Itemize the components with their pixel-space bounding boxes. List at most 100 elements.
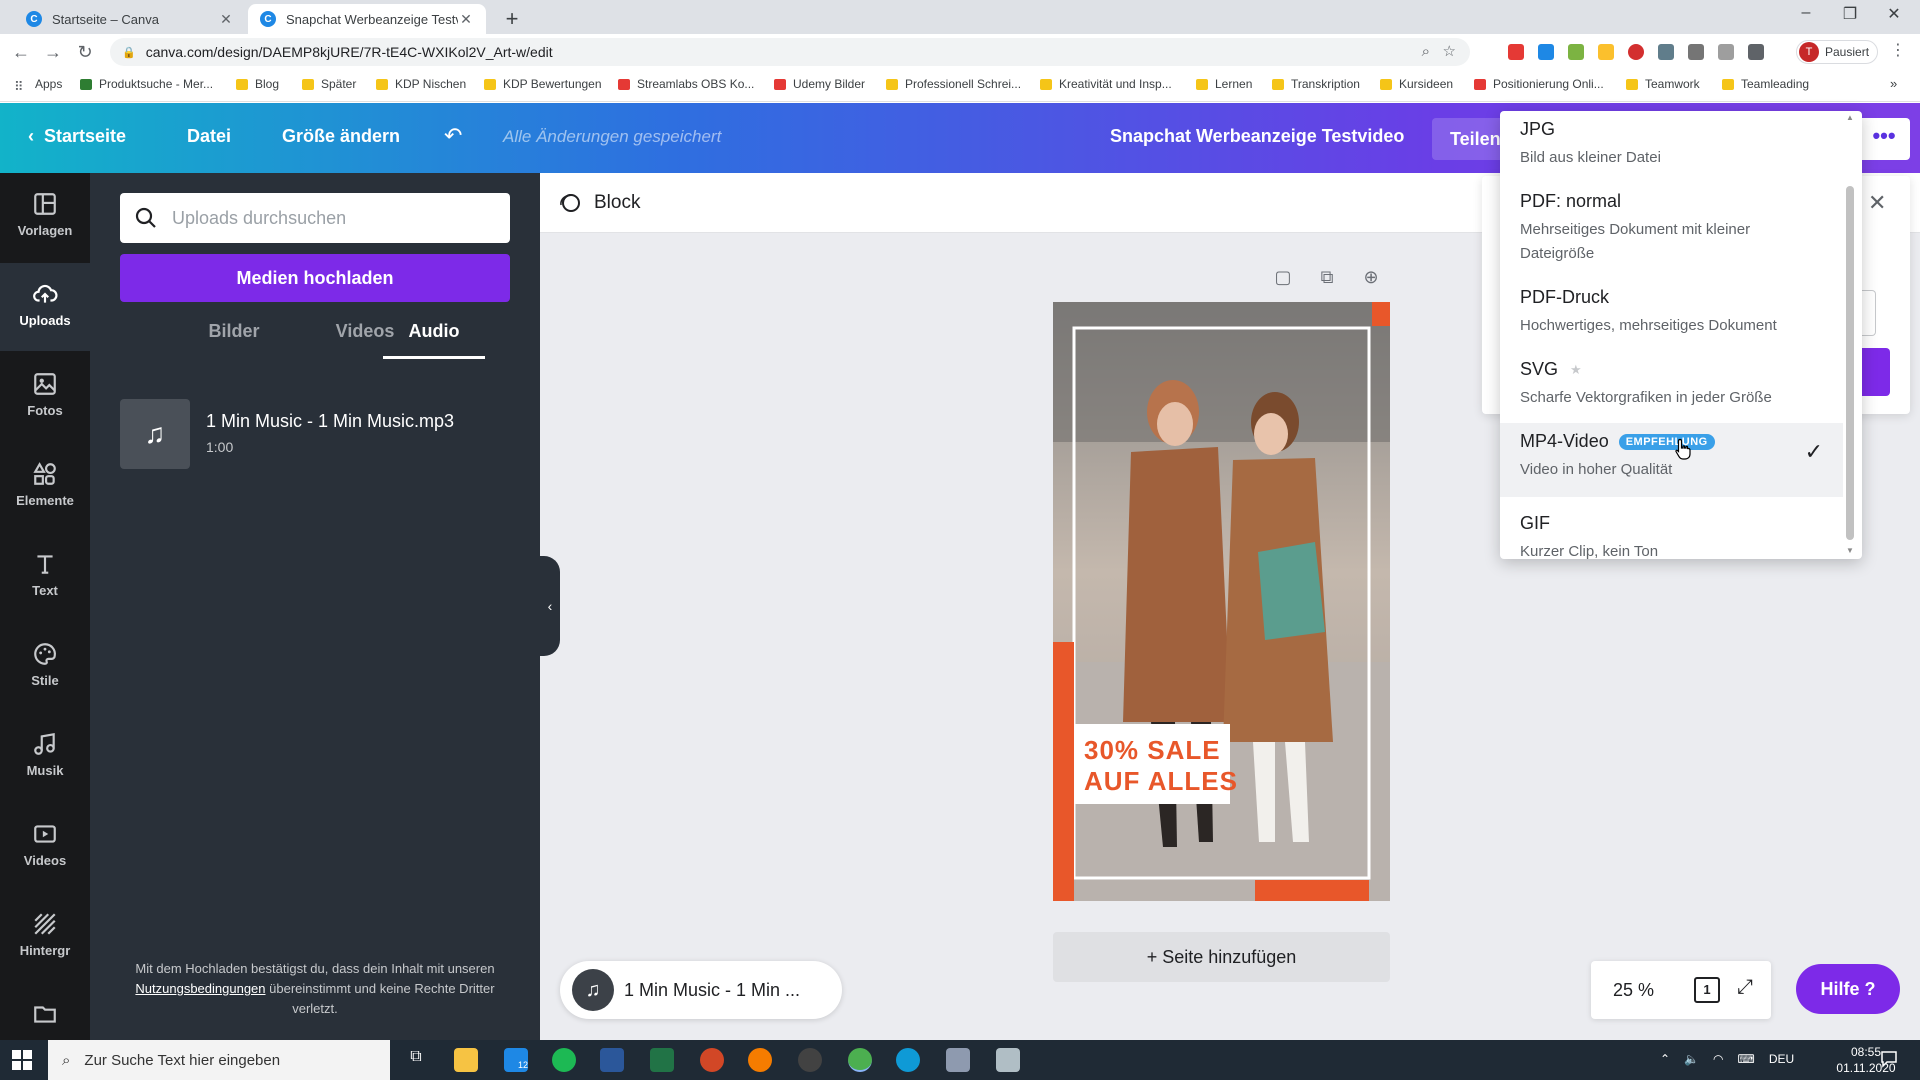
file-type-option-mp4[interactable]: MP4-Video EMPFEHLUNG Video in hoher Quali… bbox=[1500, 423, 1843, 497]
new-tab-icon[interactable]: + bbox=[500, 6, 524, 32]
url-field[interactable]: 🔒 canva.com/design/DAEMP8kjURE/7R-tE4C-W… bbox=[110, 38, 1470, 66]
chevron-up-icon[interactable]: ⌃ bbox=[1660, 1052, 1670, 1066]
language-indicator[interactable]: DEU bbox=[1769, 1052, 1794, 1066]
bookmark-item[interactable]: Transkription bbox=[1272, 77, 1360, 91]
window-close-icon[interactable]: ✕ bbox=[1874, 4, 1914, 24]
more-options-icon[interactable]: ••• bbox=[1858, 118, 1910, 160]
excel-icon[interactable] bbox=[650, 1048, 674, 1072]
search-input[interactable] bbox=[172, 207, 492, 229]
fullscreen-icon[interactable]: ⤢ bbox=[1737, 976, 1753, 999]
file-type-option-pdf-normal[interactable]: PDF: normal Mehrseitiges Dokument mit kl… bbox=[1500, 191, 1843, 281]
file-explorer-icon[interactable] bbox=[454, 1048, 478, 1072]
taskbar-search[interactable]: ⌕ Zur Suche Text hier eingeben bbox=[48, 1040, 390, 1080]
audio-list-item[interactable]: ♫ 1 Min Music - 1 Min Music.mp3 1:00 bbox=[120, 399, 510, 471]
extension-icon[interactable] bbox=[1508, 44, 1524, 60]
rail-item-uploads[interactable]: Uploads bbox=[0, 263, 90, 351]
rail-item-stile[interactable]: Stile bbox=[0, 623, 90, 711]
word-icon[interactable] bbox=[600, 1048, 624, 1072]
task-view-icon[interactable]: ⧉ bbox=[404, 1048, 428, 1072]
page-count-icon[interactable]: 1 bbox=[1694, 977, 1720, 1003]
bookmark-item[interactable]: Lernen bbox=[1196, 77, 1252, 91]
file-menu[interactable]: Datei bbox=[187, 126, 231, 147]
bookmark-item[interactable]: Streamlabs OBS Ko... bbox=[618, 77, 754, 91]
app-icon[interactable] bbox=[748, 1048, 772, 1072]
tab-bilder[interactable]: Bilder bbox=[184, 321, 284, 342]
rail-item-videos[interactable]: Videos bbox=[0, 803, 90, 891]
collapse-panel-icon[interactable]: ‹ bbox=[540, 556, 560, 656]
bookmark-item[interactable]: Später bbox=[302, 77, 356, 91]
bookmark-item[interactable]: Blog bbox=[236, 77, 279, 91]
add-page-button[interactable]: + Seite hinzufügen bbox=[1053, 932, 1390, 982]
music-track-pill[interactable]: ♫ 1 Min Music - 1 Min ... bbox=[560, 961, 842, 1019]
extension-icon[interactable] bbox=[1538, 44, 1554, 60]
close-icon[interactable]: ✕ bbox=[1868, 190, 1886, 216]
extension-icon[interactable] bbox=[1568, 44, 1584, 60]
app-icon[interactable] bbox=[996, 1048, 1020, 1072]
scroll-up-icon[interactable]: ▲ bbox=[1846, 113, 1854, 122]
scroll-down-icon[interactable]: ▼ bbox=[1846, 546, 1854, 555]
rail-item-elemente[interactable]: Elemente bbox=[0, 443, 90, 531]
zoom-level[interactable]: 25 % bbox=[1613, 980, 1654, 1001]
file-type-option-pdf-print[interactable]: PDF-Druck Hochwertiges, mehrseitiges Dok… bbox=[1500, 287, 1843, 351]
wifi-icon[interactable]: ◠ bbox=[1713, 1052, 1723, 1066]
spotify-icon[interactable] bbox=[552, 1048, 576, 1072]
mail-icon[interactable]: 12 bbox=[504, 1048, 528, 1072]
duplicate-page-icon[interactable]: ⧉ bbox=[1314, 267, 1340, 293]
bookmark-item[interactable]: Kursideen bbox=[1380, 77, 1453, 91]
extension-icon[interactable] bbox=[1658, 44, 1674, 60]
minimize-icon[interactable]: – bbox=[1786, 4, 1826, 22]
undo-icon[interactable]: ↶ bbox=[444, 123, 462, 149]
obs-icon[interactable] bbox=[798, 1048, 822, 1072]
note-icon[interactable]: ▢ bbox=[1270, 267, 1296, 293]
search-box[interactable] bbox=[120, 193, 510, 243]
adblock-icon[interactable] bbox=[1628, 44, 1644, 60]
bookmark-item[interactable]: KDP Nischen bbox=[376, 77, 466, 91]
restore-icon[interactable]: ❐ bbox=[1830, 4, 1870, 24]
close-icon[interactable]: ✕ bbox=[458, 11, 474, 28]
bookmark-item[interactable]: Produktsuche - Mer... bbox=[80, 77, 213, 91]
browser-menu-icon[interactable]: ⋮ bbox=[1890, 40, 1906, 60]
file-type-option-jpg[interactable]: JPG Bild aus kleiner Datei bbox=[1500, 119, 1843, 183]
rail-item-ordner[interactable] bbox=[0, 983, 90, 1040]
file-type-option-svg[interactable]: SVG ★ Scharfe Vektorgrafiken in jeder Grö… bbox=[1500, 359, 1843, 423]
app-icon[interactable] bbox=[946, 1048, 970, 1072]
expand-icon[interactable] bbox=[1718, 44, 1734, 60]
rail-item-vorlagen[interactable]: Vorlagen bbox=[0, 173, 90, 261]
terms-link[interactable]: Nutzungsbedingungen bbox=[135, 981, 265, 996]
dropdown-scrollbar[interactable] bbox=[1846, 186, 1854, 540]
zoom-star-icons[interactable]: ⌕ ☆ bbox=[1422, 42, 1456, 60]
back-icon[interactable]: ← bbox=[8, 40, 34, 64]
chrome-icon[interactable] bbox=[848, 1048, 872, 1072]
powerpoint-icon[interactable] bbox=[700, 1048, 724, 1072]
bookmarks-overflow-icon[interactable]: » bbox=[1890, 76, 1897, 91]
bookmark-item[interactable]: Professionell Schrei... bbox=[886, 77, 1021, 91]
extension-icon[interactable] bbox=[1598, 44, 1614, 60]
browser-tab-snapchat[interactable]: C Snapchat Werbeanzeige Testvide ✕ bbox=[248, 4, 486, 34]
upload-media-button[interactable]: Medien hochladen bbox=[120, 254, 510, 302]
resize-button[interactable]: Größe ändern bbox=[282, 126, 400, 147]
bookmark-item[interactable]: Kreativität und Insp... bbox=[1040, 77, 1172, 91]
keyboard-icon[interactable]: ⌨ bbox=[1738, 1052, 1755, 1066]
bookmark-item[interactable]: Teamleading bbox=[1722, 77, 1809, 91]
share-button[interactable]: Teilen bbox=[1432, 118, 1502, 160]
rail-item-hintergrund[interactable]: Hintergr bbox=[0, 893, 90, 981]
forward-icon[interactable]: → bbox=[40, 40, 66, 64]
add-page-icon[interactable]: ⊕ bbox=[1358, 267, 1384, 293]
bookmark-item[interactable]: Positionierung Onli... bbox=[1474, 77, 1604, 91]
eyedropper-icon[interactable] bbox=[1688, 44, 1704, 60]
home-link[interactable]: ‹ Startseite bbox=[28, 126, 126, 147]
animation-button[interactable]: Block bbox=[558, 191, 640, 215]
tab-audio[interactable]: Audio bbox=[384, 321, 484, 342]
reload-icon[interactable]: ↻ bbox=[72, 40, 98, 64]
bookmark-item[interactable]: Teamwork bbox=[1626, 77, 1700, 91]
rail-item-text[interactable]: Text bbox=[0, 533, 90, 621]
edge-icon[interactable] bbox=[896, 1048, 920, 1072]
puzzle-icon[interactable] bbox=[1748, 44, 1764, 60]
design-title[interactable]: Snapchat Werbeanzeige Testvideo bbox=[1110, 126, 1404, 147]
windows-start-icon[interactable] bbox=[12, 1050, 32, 1070]
bookmark-item[interactable]: Udemy Bilder bbox=[774, 77, 865, 91]
bookmark-item[interactable]: KDP Bewertungen bbox=[484, 77, 602, 91]
help-button[interactable]: Hilfe ? bbox=[1796, 964, 1900, 1014]
notification-icon[interactable] bbox=[1880, 1050, 1898, 1068]
profile-button[interactable]: T Pausiert bbox=[1796, 40, 1879, 64]
